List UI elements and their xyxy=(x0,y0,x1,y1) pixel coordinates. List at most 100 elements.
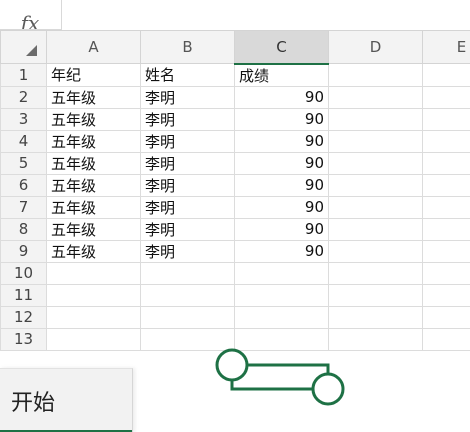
selection-start-handle[interactable] xyxy=(215,348,249,382)
row-header[interactable]: 4 xyxy=(0,129,47,153)
cell-c[interactable]: 90 xyxy=(234,239,329,263)
row-header[interactable]: 7 xyxy=(0,195,47,219)
row-header[interactable]: 12 xyxy=(0,305,47,329)
cell-a[interactable] xyxy=(46,305,141,329)
cell-d[interactable] xyxy=(328,261,423,285)
cell-d[interactable] xyxy=(328,129,423,153)
cell-e[interactable] xyxy=(422,107,470,131)
cell-d[interactable] xyxy=(328,283,423,307)
cell-b[interactable]: 李明 xyxy=(140,129,235,153)
cell-c[interactable]: 90 xyxy=(234,173,329,197)
cell-e[interactable] xyxy=(422,261,470,285)
cell-b[interactable]: 李明 xyxy=(140,85,235,109)
cell-b[interactable]: 李明 xyxy=(140,151,235,175)
cell-e[interactable] xyxy=(422,129,470,153)
cell-b[interactable] xyxy=(140,283,235,307)
row-header[interactable]: 13 xyxy=(0,327,47,351)
formula-bar: fx xyxy=(0,0,470,31)
cell-d[interactable] xyxy=(328,195,423,219)
cell-a[interactable]: 五年级 xyxy=(46,239,141,263)
table-row: 9 五年级 李明 90 xyxy=(0,239,470,263)
cell-d[interactable] xyxy=(328,305,423,329)
cell-e[interactable] xyxy=(422,305,470,329)
cell-a[interactable]: 五年级 xyxy=(46,195,141,219)
cell-a[interactable]: 五年级 xyxy=(46,217,141,241)
cell-c[interactable]: 90 xyxy=(234,195,329,219)
cell-a[interactable]: 五年级 xyxy=(46,129,141,153)
cell-a[interactable]: 五年级 xyxy=(46,151,141,175)
cell-c[interactable]: 90 xyxy=(234,217,329,241)
row-header[interactable]: 6 xyxy=(0,173,47,197)
row-header[interactable]: 11 xyxy=(0,283,47,307)
cell-e[interactable] xyxy=(422,173,470,197)
sheet-body: 1 年纪 姓名 成绩 2 五年级 李明 90 3 五年级 李明 90 4 五年级 李明 90 5 五年级 李明 90 6… xyxy=(0,62,470,351)
table-row: 4 五年级 李明 90 xyxy=(0,129,470,153)
row-header[interactable]: 9 xyxy=(0,239,47,263)
cell-c[interactable] xyxy=(234,283,329,307)
cell-a[interactable]: 五年级 xyxy=(46,107,141,131)
start-popup[interactable]: 开始 xyxy=(0,368,133,432)
cell-c[interactable]: 90 xyxy=(234,151,329,175)
cell-e[interactable] xyxy=(422,239,470,263)
selection-handles xyxy=(215,348,345,406)
cell-e[interactable] xyxy=(422,63,470,87)
cell-b[interactable]: 李明 xyxy=(140,173,235,197)
start-label: 开始 xyxy=(11,391,56,416)
row-header[interactable]: 10 xyxy=(0,261,47,285)
table-row: 3 五年级 李明 90 xyxy=(0,107,470,131)
cell-b[interactable] xyxy=(140,305,235,329)
row-header[interactable]: 2 xyxy=(0,85,47,109)
column-header-e[interactable]: E xyxy=(422,30,470,64)
cell-e[interactable] xyxy=(422,85,470,109)
table-row: 8 五年级 李明 90 xyxy=(0,217,470,241)
cell-c[interactable] xyxy=(234,305,329,329)
cell-d[interactable] xyxy=(328,239,423,263)
cell-c[interactable] xyxy=(234,261,329,285)
formula-input[interactable] xyxy=(70,0,470,26)
select-all-icon xyxy=(26,45,37,56)
table-row: 11 xyxy=(0,283,470,307)
row-header[interactable]: 1 xyxy=(0,63,47,87)
cell-a[interactable] xyxy=(46,283,141,307)
cell-d[interactable] xyxy=(328,63,423,87)
insert-function-button[interactable]: fx xyxy=(0,0,62,30)
cell-d[interactable] xyxy=(328,151,423,175)
cell-b[interactable]: 李明 xyxy=(140,195,235,219)
cell-c[interactable]: 90 xyxy=(234,107,329,131)
column-header-a[interactable]: A xyxy=(46,30,141,64)
cell-d[interactable] xyxy=(328,85,423,109)
cell-b[interactable]: 姓名 xyxy=(140,63,235,87)
cell-a[interactable] xyxy=(46,261,141,285)
cell-b[interactable]: 李明 xyxy=(140,239,235,263)
row-header[interactable]: 5 xyxy=(0,151,47,175)
column-header-d[interactable]: D xyxy=(328,30,423,64)
table-row: 12 xyxy=(0,305,470,329)
cell-b[interactable]: 李明 xyxy=(140,107,235,131)
cell-c[interactable]: 90 xyxy=(234,129,329,153)
cell-d[interactable] xyxy=(328,107,423,131)
cell-d[interactable] xyxy=(328,173,423,197)
sheet-grid: A B C D E 1 年纪 姓名 成绩 2 五年级 李明 90 3 五年级 李明 90 4 五年级 李明 9… xyxy=(0,30,470,351)
row-header[interactable]: 3 xyxy=(0,107,47,131)
table-row: 5 五年级 李明 90 xyxy=(0,151,470,175)
cell-e[interactable] xyxy=(422,283,470,307)
cell-a[interactable]: 年纪 xyxy=(46,63,141,87)
cell-b[interactable] xyxy=(140,261,235,285)
selection-end-handle[interactable] xyxy=(311,372,345,406)
cell-a[interactable]: 五年级 xyxy=(46,85,141,109)
spreadsheet-app: fx A B C D E 1 年纪 姓名 成绩 2 五年级 李明 90 3 五年… xyxy=(0,0,470,432)
cell-d[interactable] xyxy=(328,217,423,241)
cell-e[interactable] xyxy=(422,217,470,241)
cell-e[interactable] xyxy=(422,151,470,175)
cell-e[interactable] xyxy=(422,327,470,351)
row-header[interactable]: 8 xyxy=(0,217,47,241)
column-header-c[interactable]: C xyxy=(234,30,329,65)
cell-c[interactable]: 成绩 xyxy=(234,62,329,87)
cell-a[interactable] xyxy=(46,327,141,351)
cell-e[interactable] xyxy=(422,195,470,219)
select-all-button[interactable] xyxy=(0,30,47,64)
cell-a[interactable]: 五年级 xyxy=(46,173,141,197)
cell-c[interactable]: 90 xyxy=(234,85,329,109)
cell-b[interactable]: 李明 xyxy=(140,217,235,241)
column-header-b[interactable]: B xyxy=(140,30,235,64)
